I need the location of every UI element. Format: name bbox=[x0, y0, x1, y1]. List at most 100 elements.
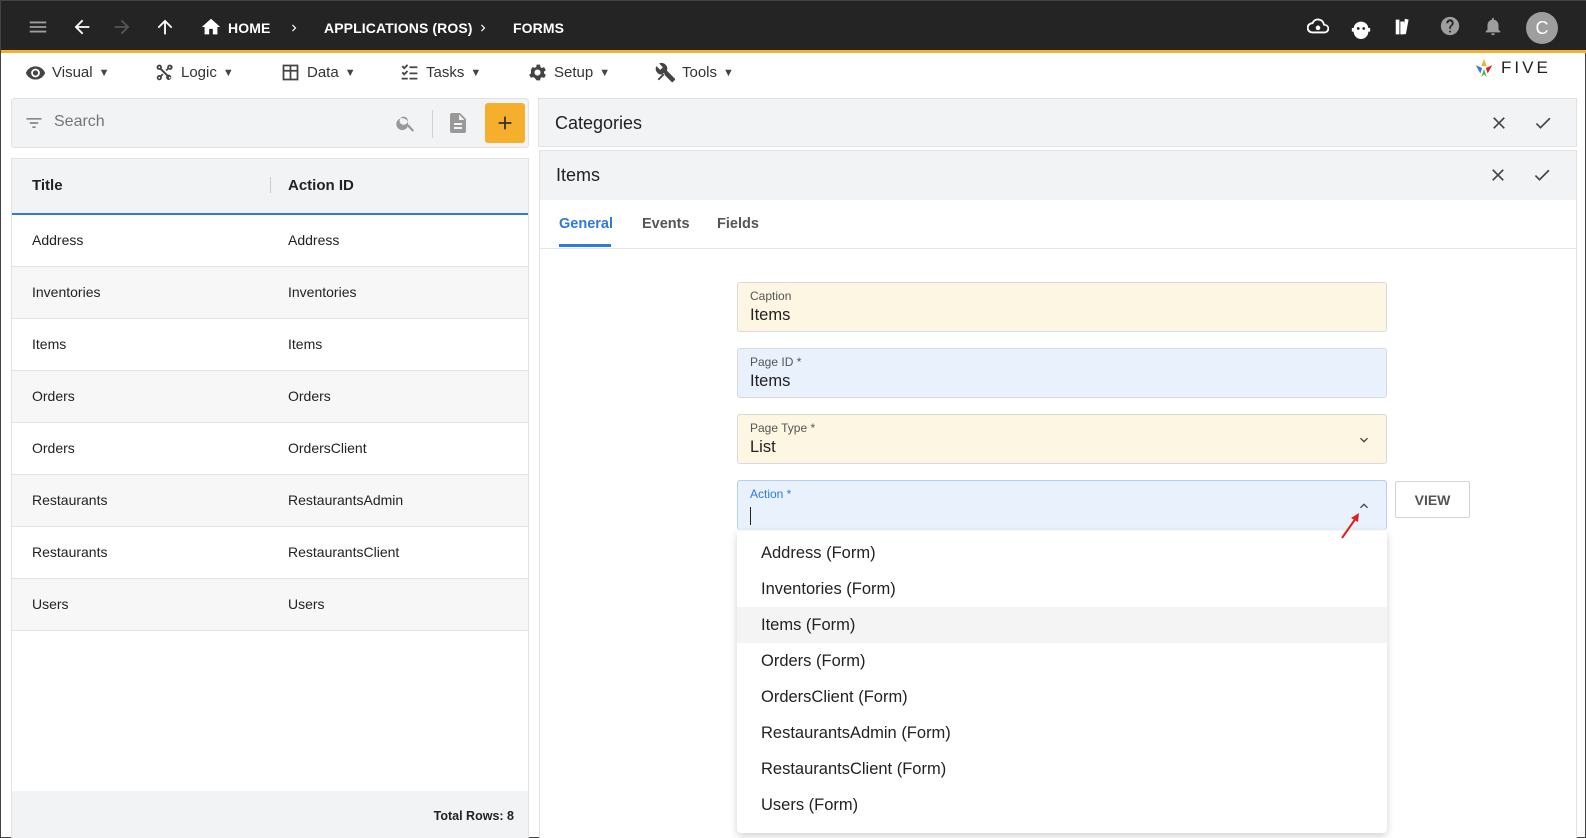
menu-data[interactable]: Data ▼ bbox=[280, 62, 356, 83]
user-avatar[interactable]: C bbox=[1526, 12, 1558, 44]
search-icon[interactable] bbox=[395, 112, 417, 134]
menu-data-label: Data bbox=[307, 64, 339, 81]
caret-down-icon: ▼ bbox=[470, 66, 482, 79]
caret-down-icon: ▼ bbox=[723, 66, 734, 79]
help-icon[interactable] bbox=[1438, 14, 1462, 38]
column-header-action-id[interactable]: Action ID bbox=[288, 177, 354, 194]
action-autocomplete[interactable]: Action * bbox=[737, 480, 1387, 530]
search-input[interactable] bbox=[54, 113, 384, 131]
cell-action-id: Orders bbox=[288, 388, 331, 404]
cell-title: Inventories bbox=[32, 284, 101, 300]
forms-list-table: Title Action ID Address Address Inventori… bbox=[11, 158, 529, 838]
close-icon[interactable] bbox=[1489, 113, 1509, 133]
tab-general[interactable]: General bbox=[559, 216, 613, 232]
breadcrumb-applications[interactable]: APPLICATIONS (ROS) bbox=[324, 20, 473, 36]
dropdown-option[interactable]: RestaurantsAdmin (Form) bbox=[737, 715, 1387, 751]
dropdown-option-highlighted[interactable]: Items (Form) bbox=[737, 607, 1387, 643]
menu-logic[interactable]: Logic ▼ bbox=[154, 62, 234, 83]
caption-label: Caption bbox=[750, 289, 792, 303]
up-arrow-icon[interactable] bbox=[153, 15, 177, 39]
cell-title: Restaurants bbox=[32, 544, 108, 560]
annotation-arrow-icon bbox=[1341, 513, 1359, 539]
menu-tools-label: Tools bbox=[682, 64, 718, 81]
column-header-title[interactable]: Title bbox=[32, 177, 63, 194]
chevron-down-icon[interactable] bbox=[1356, 432, 1372, 448]
table-row[interactable]: Inventories Inventories bbox=[12, 267, 528, 319]
dropdown-option[interactable]: Address (Form) bbox=[737, 535, 1387, 571]
dropdown-option[interactable]: OrdersClient (Form) bbox=[737, 679, 1387, 715]
option-label: Users (Form) bbox=[761, 796, 859, 814]
table-icon bbox=[282, 64, 299, 81]
menu-tools[interactable]: Tools ▼ bbox=[655, 62, 734, 83]
column-resize-handle[interactable] bbox=[270, 177, 271, 193]
cell-action-id: Inventories bbox=[288, 284, 357, 300]
breadcrumb-forms[interactable]: FORMS bbox=[513, 20, 564, 36]
tab-fields[interactable]: Fields bbox=[717, 216, 759, 232]
table-header: Title Action ID bbox=[12, 159, 528, 215]
caret-down-icon: ▼ bbox=[599, 66, 611, 79]
table-row[interactable]: Orders Orders bbox=[12, 371, 528, 423]
five-logo-mark-icon bbox=[1475, 58, 1493, 78]
chevron-right-icon bbox=[292, 24, 297, 32]
cell-title: Address bbox=[32, 232, 84, 248]
page-id-field[interactable]: Page ID * Items bbox=[737, 348, 1387, 398]
notifications-bell-icon[interactable] bbox=[1481, 14, 1505, 38]
table-row[interactable]: Items Items bbox=[12, 319, 528, 371]
categories-panel-header: Categories bbox=[538, 98, 1577, 147]
check-icon[interactable] bbox=[1533, 113, 1553, 133]
action-options-dropdown: Address (Form) Inventories (Form) Items … bbox=[737, 531, 1387, 833]
library-icon[interactable] bbox=[1392, 15, 1416, 39]
cloud-sync-icon[interactable] bbox=[1306, 14, 1330, 38]
table-row[interactable]: Address Address bbox=[12, 215, 528, 267]
page-type-label: Page Type * bbox=[750, 421, 816, 435]
menu-setup[interactable]: Setup ▼ bbox=[527, 62, 610, 83]
menu-tasks[interactable]: Tasks ▼ bbox=[399, 62, 481, 83]
table-row[interactable]: Users Users bbox=[12, 579, 528, 631]
view-action-button[interactable]: VIEW bbox=[1395, 481, 1470, 518]
dropdown-option[interactable]: RestaurantsClient (Form) bbox=[737, 751, 1387, 787]
menu-visual[interactable]: Visual ▼ bbox=[25, 62, 109, 83]
tools-icon bbox=[655, 62, 676, 83]
text-cursor bbox=[750, 507, 751, 525]
caption-value: Items bbox=[750, 306, 791, 324]
breadcrumb-home[interactable]: HOME bbox=[228, 20, 270, 36]
items-tabs: General Events Fields bbox=[540, 201, 1576, 249]
close-icon[interactable] bbox=[1488, 165, 1508, 185]
home-icon[interactable] bbox=[199, 15, 223, 39]
option-label: Inventories (Form) bbox=[761, 580, 896, 598]
table-body: Address Address Inventories Inventories It… bbox=[12, 215, 528, 631]
caption-field[interactable]: Caption Items bbox=[737, 282, 1387, 332]
table-row[interactable]: Restaurants RestaurantsAdmin bbox=[12, 475, 528, 527]
chevron-right-icon bbox=[481, 24, 486, 32]
page-type-value: List bbox=[750, 438, 776, 456]
cell-action-id: OrdersClient bbox=[288, 440, 367, 456]
table-row[interactable]: Orders OrdersClient bbox=[12, 423, 528, 475]
filter-icon[interactable] bbox=[24, 113, 44, 133]
items-panel-title: Items bbox=[556, 165, 601, 185]
dropdown-option[interactable]: Orders (Form) bbox=[737, 643, 1387, 679]
option-label: Orders (Form) bbox=[761, 652, 866, 670]
items-panel-header: Items bbox=[540, 151, 1576, 200]
option-label: Address (Form) bbox=[761, 544, 876, 562]
cell-action-id: RestaurantsAdmin bbox=[288, 492, 404, 508]
tab-events[interactable]: Events bbox=[642, 216, 690, 232]
active-tab-indicator bbox=[559, 244, 611, 247]
page-type-select[interactable]: Page Type * List bbox=[737, 414, 1387, 464]
add-record-button[interactable] bbox=[485, 103, 525, 143]
checklist-icon bbox=[401, 64, 418, 80]
option-label: Items (Form) bbox=[761, 616, 856, 634]
hamburger-menu-icon[interactable] bbox=[26, 15, 50, 39]
menu-setup-label: Setup bbox=[554, 64, 594, 81]
back-arrow-icon[interactable] bbox=[70, 15, 94, 39]
table-row[interactable]: Restaurants RestaurantsClient bbox=[12, 527, 528, 579]
option-label: RestaurantsClient (Form) bbox=[761, 760, 947, 778]
bot-icon[interactable] bbox=[1349, 16, 1373, 40]
dropdown-option[interactable]: Inventories (Form) bbox=[737, 571, 1387, 607]
dropdown-option[interactable]: Users (Form) bbox=[737, 787, 1387, 823]
document-icon[interactable] bbox=[446, 111, 470, 135]
caret-down-icon: ▼ bbox=[344, 66, 356, 79]
plus-icon bbox=[498, 116, 512, 130]
check-icon[interactable] bbox=[1532, 165, 1552, 185]
five-logo-text: FIVE bbox=[1501, 58, 1551, 77]
forward-arrow-icon[interactable] bbox=[110, 15, 134, 39]
